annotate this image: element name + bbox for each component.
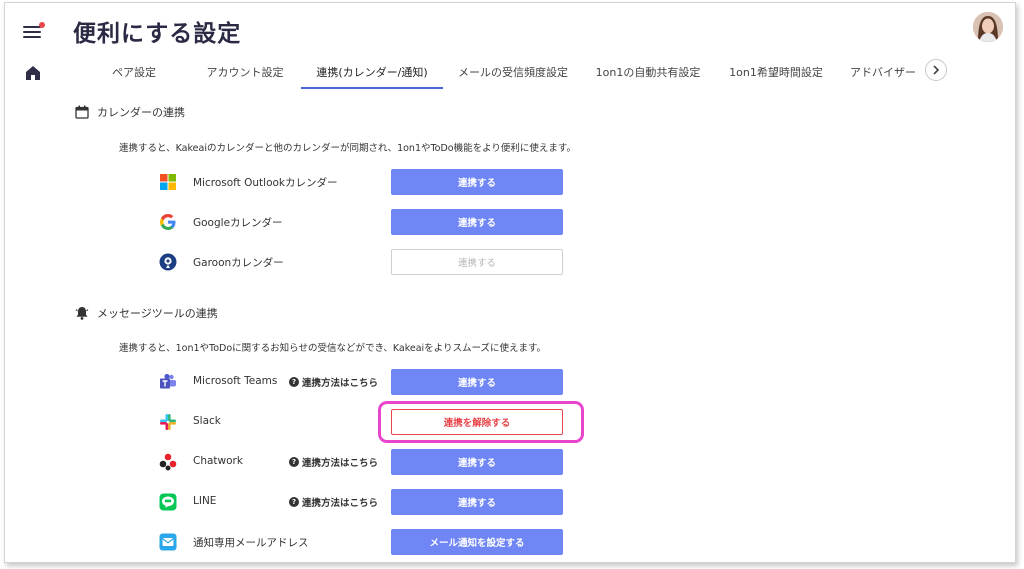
tab-1on1-auto-share[interactable]: 1on1の自動共有設定 xyxy=(583,59,713,89)
tab-advisor[interactable]: アドバイザー xyxy=(839,59,927,89)
teams-help-link[interactable]: ? 連携方法はこちら xyxy=(289,375,378,389)
tab-integrations[interactable]: 連携(カレンダー/通知) xyxy=(301,59,443,89)
scrollbar[interactable] xyxy=(1015,87,1016,563)
set-email-notification-button[interactable]: メール通知を設定する xyxy=(391,529,563,555)
service-name: Microsoft Teams xyxy=(193,375,278,387)
avatar[interactable] xyxy=(973,12,1003,42)
connect-garoon-button: 連携する xyxy=(391,249,563,275)
message-section-header: メッセージツールの連携 xyxy=(75,305,218,321)
service-name: Slack xyxy=(193,415,221,427)
chatwork-icon xyxy=(159,453,177,471)
tab-bar: ペア設定 アカウント設定 連携(カレンダー/通知) メールの受信頻度設定 1on… xyxy=(79,59,949,89)
section-title: メッセージツールの連携 xyxy=(97,307,218,320)
help-icon: ? xyxy=(289,377,299,387)
help-label: 連携方法はこちら xyxy=(302,458,379,469)
page-title: 便利にする設定 xyxy=(73,21,242,47)
service-row-line: LINE ? 連携方法はこちら 連携する xyxy=(155,489,575,515)
garoon-icon xyxy=(159,253,177,271)
connect-google-button[interactable]: 連携する xyxy=(391,209,563,235)
service-name: 通知専用メールアドレス xyxy=(193,537,309,549)
service-row-teams: Microsoft Teams ? 連携方法はこちら 連携する xyxy=(155,369,575,395)
service-name: LINE xyxy=(193,495,217,507)
connect-chatwork-button[interactable]: 連携する xyxy=(391,449,563,475)
tab-account-settings[interactable]: アカウント設定 xyxy=(189,59,301,89)
service-row-outlook: Microsoft Outlookカレンダー 連携する xyxy=(155,169,575,195)
mail-icon xyxy=(159,533,177,551)
service-name: Chatwork xyxy=(193,455,243,467)
service-row-chatwork: Chatwork ? 連携方法はこちら 連携する xyxy=(155,449,575,475)
help-label: 連携方法はこちら xyxy=(302,498,379,509)
service-name: Microsoft Outlookカレンダー xyxy=(193,177,338,189)
help-label: 連携方法はこちら xyxy=(302,378,379,389)
section-title: カレンダーの連携 xyxy=(97,106,185,119)
service-row-google: Googleカレンダー 連携する xyxy=(155,209,575,235)
connect-teams-button[interactable]: 連携する xyxy=(391,369,563,395)
help-icon: ? xyxy=(289,457,299,467)
calendar-section-description: 連携すると、Kakeaiのカレンダーと他のカレンダーが同期され、1on1やToD… xyxy=(119,143,576,154)
notification-dot xyxy=(39,22,45,28)
service-row-garoon: Garoonカレンダー 連携する xyxy=(155,249,575,275)
tab-scroll-right-button[interactable] xyxy=(925,59,947,81)
tab-1on1-preferred-time[interactable]: 1on1希望時間設定 xyxy=(713,59,839,89)
help-icon: ? xyxy=(289,497,299,507)
app-window: 便利にする設定 ペア設定 アカウント設定 連携(カレンダー/通知) メールの受信… xyxy=(4,2,1016,563)
chatwork-help-link[interactable]: ? 連携方法はこちら xyxy=(289,455,378,469)
service-row-notification-email: 通知専用メールアドレス メール通知を設定する xyxy=(155,529,575,555)
service-name: Googleカレンダー xyxy=(193,217,283,229)
line-icon xyxy=(159,493,177,511)
chevron-right-icon xyxy=(933,65,940,75)
microsoft-icon xyxy=(160,174,176,190)
tab-pair-settings[interactable]: ペア設定 xyxy=(79,59,189,89)
service-name: Garoonカレンダー xyxy=(193,257,284,269)
connect-outlook-button[interactable]: 連携する xyxy=(391,169,563,195)
calendar-icon xyxy=(75,105,89,119)
connect-line-button[interactable]: 連携する xyxy=(391,489,563,515)
slack-icon xyxy=(160,414,176,430)
google-icon xyxy=(160,214,176,230)
bell-icon xyxy=(75,307,89,320)
tab-email-frequency[interactable]: メールの受信頻度設定 xyxy=(443,59,583,89)
message-section-description: 連携すると、1on1やToDoに関するお知らせの受信などができ、Kakeaiをよ… xyxy=(119,343,547,354)
teams-icon xyxy=(160,373,176,389)
calendar-section-header: カレンダーの連携 xyxy=(75,104,185,120)
home-icon[interactable] xyxy=(25,65,41,81)
highlight-annotation xyxy=(378,401,584,443)
line-help-link[interactable]: ? 連携方法はこちら xyxy=(289,495,378,509)
menu-icon[interactable] xyxy=(23,22,45,39)
